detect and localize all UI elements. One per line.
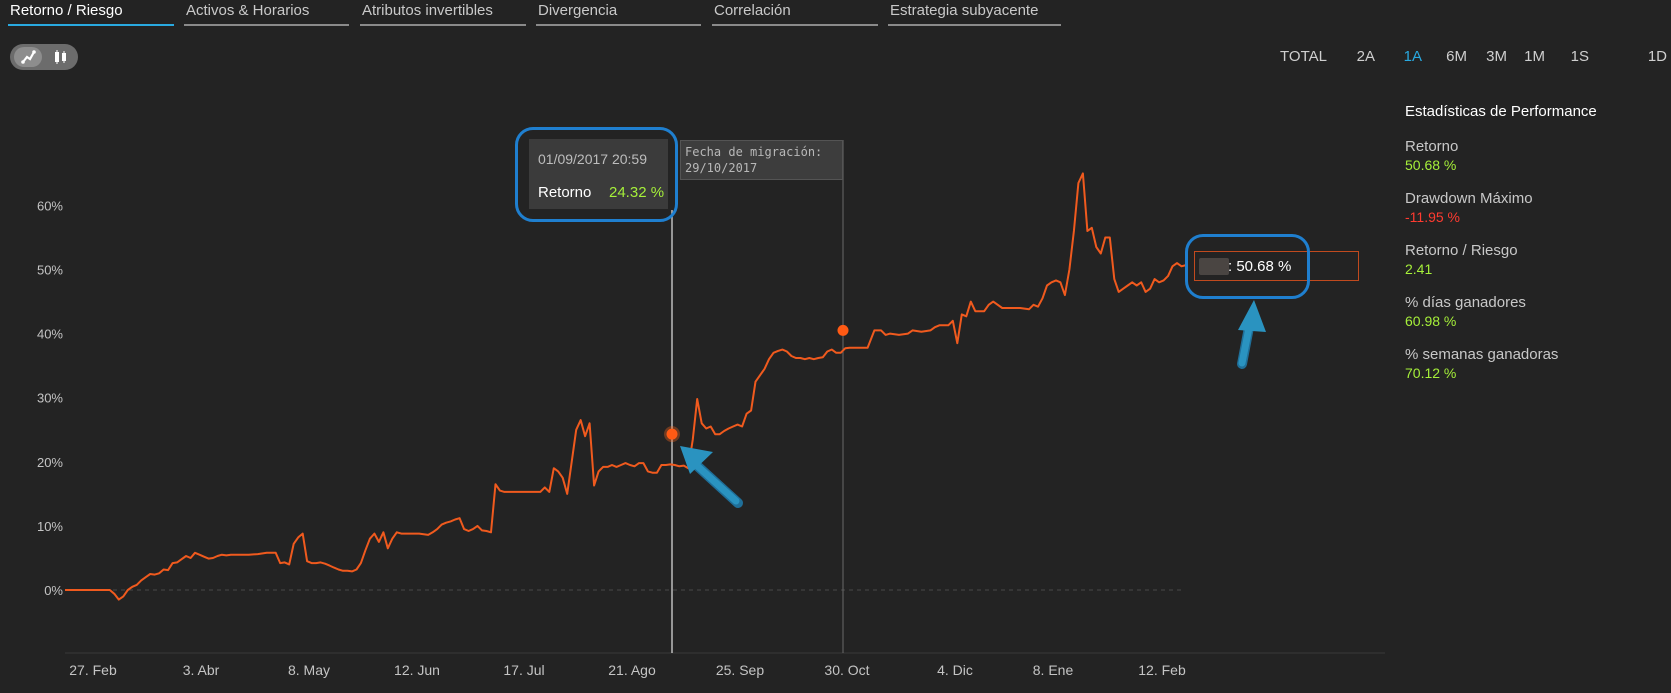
stat-item: % días ganadores 60.98 % [1405,293,1665,331]
stat-item: % semanas ganadoras 70.12 % [1405,345,1665,383]
stat-name: Drawdown Máximo [1405,190,1533,207]
stat-item: Retorno 50.68 % [1405,137,1665,175]
stat-item: Drawdown Máximo -11.95 % [1405,189,1665,227]
stat-name: % semanas ganadoras [1405,346,1559,363]
stat-item: Retorno / Riesgo 2.41 [1405,241,1665,279]
performance-stats: Estadísticas de Performance Retorno 50.68… [1405,103,1665,397]
stat-name: % días ganadores [1405,294,1526,311]
range-1d[interactable]: 1D [1648,48,1667,65]
stat-value: 2.41 [1405,261,1433,277]
stats-title: Estadísticas de Performance [1405,103,1597,120]
range-1s[interactable]: 1S [1571,48,1589,65]
stat-name: Retorno / Riesgo [1405,242,1518,259]
range-3m[interactable]: 3M [1486,48,1507,65]
arrow-to-value [1237,300,1266,369]
annotation-arrows [680,300,1266,508]
arrow-to-point [680,446,743,508]
stat-value: 50.68 % [1405,157,1457,173]
range-1m[interactable]: 1M [1524,48,1545,65]
stat-value: 70.12 % [1405,365,1457,381]
range-6m[interactable]: 6M [1446,48,1467,65]
stat-name: Retorno [1405,138,1459,155]
stat-value: -11.95 % [1405,209,1460,225]
range-1a[interactable]: 1A [1404,48,1422,65]
stat-value: 60.98 % [1405,313,1457,329]
